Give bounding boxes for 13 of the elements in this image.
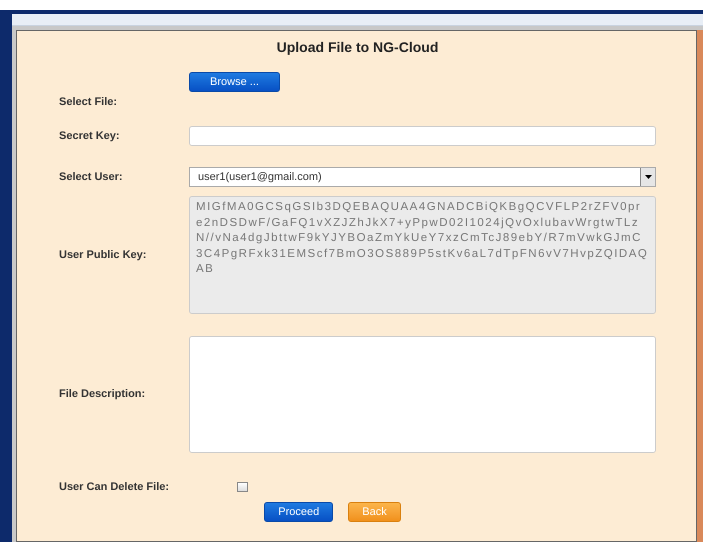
browse-button[interactable]: Browse ... bbox=[189, 72, 280, 92]
delete-checkbox[interactable] bbox=[237, 482, 248, 492]
field-label: User Public Key: bbox=[59, 248, 148, 263]
field-label: Select User: bbox=[59, 170, 124, 185]
field-label: Secret Key: bbox=[59, 128, 121, 144]
field-label: User Can Delete File: bbox=[59, 480, 170, 495]
field-label: Select File: bbox=[59, 94, 118, 110]
field-label: File Description: bbox=[59, 387, 146, 402]
secret-key-field[interactable] bbox=[189, 126, 656, 146]
page-title: Upload File to NG-Cloud bbox=[276, 38, 440, 57]
proceed-button[interactable]: Proceed bbox=[264, 502, 334, 522]
user-select[interactable]: user1(user1@gmail.com) bbox=[189, 167, 656, 187]
file-description-textarea[interactable] bbox=[189, 336, 656, 453]
